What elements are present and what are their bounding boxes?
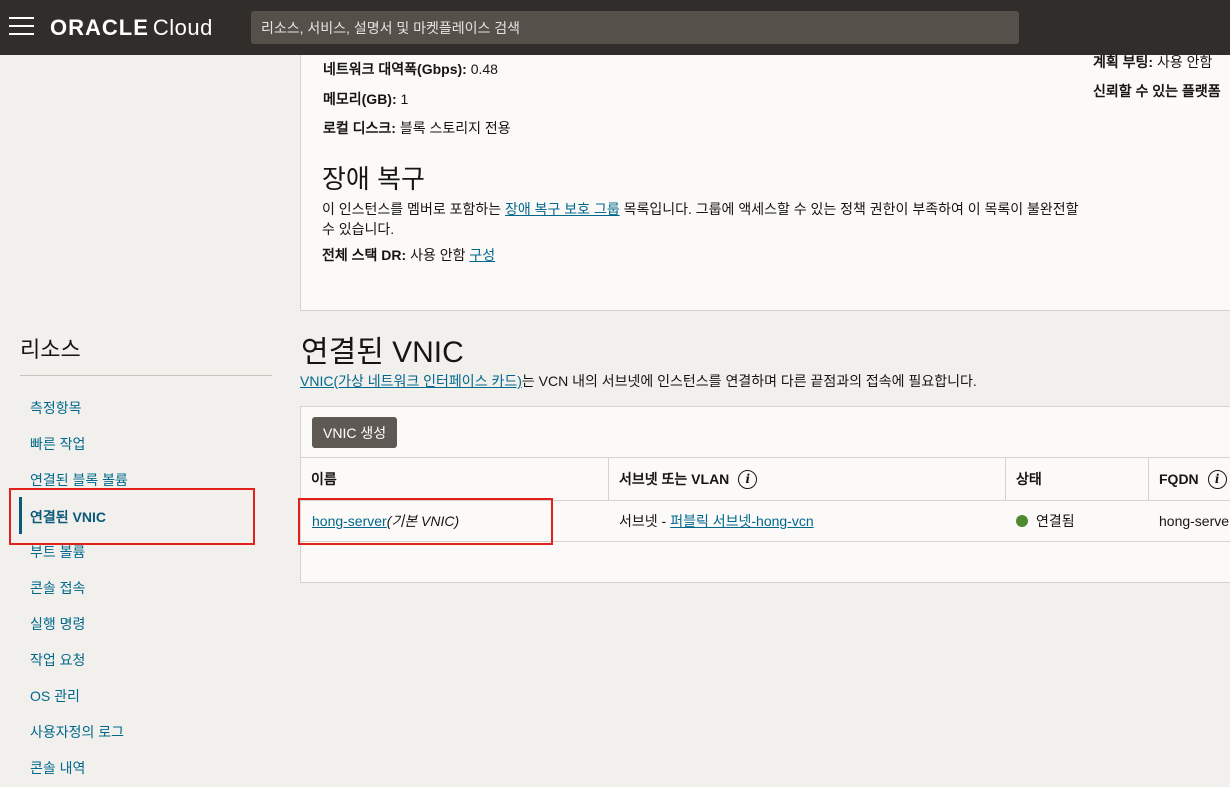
column-header-fqdn[interactable]: FQDN i — [1148, 458, 1230, 500]
memory-label: 메모리(GB): — [323, 91, 397, 107]
memory-value: 1 — [396, 91, 409, 107]
column-header-subnet-label: 서브넷 또는 VLAN — [619, 471, 730, 487]
sidebar-item-run-command[interactable]: 실행 명령 — [30, 614, 85, 634]
vnic-table-header: 이름 서브넷 또는 VLAN i 상태 FQDN i — [301, 457, 1230, 501]
column-header-name[interactable]: 이름 — [301, 458, 608, 500]
top-navigation-bar: ORACLE Cloud — [0, 0, 1230, 55]
status-ok-icon — [1016, 515, 1028, 527]
sidebar-item-attached-vnics[interactable]: 연결된 VNIC — [30, 507, 106, 527]
vnic-doc-link[interactable]: VNIC(가상 네트워크 인터페이스 카드) — [300, 373, 522, 389]
global-search-input[interactable] — [251, 11, 1019, 44]
vnic-fqdn-cell: hong-serve... — [1148, 501, 1230, 541]
logo-brand: ORACLE — [50, 15, 149, 40]
sidebar-item-quick-actions[interactable]: 빠른 작업 — [30, 434, 85, 454]
vnic-description: VNIC(가상 네트워크 인터페이스 카드)는 VCN 내의 서브넷에 인스턴스… — [300, 371, 977, 391]
sidebar-item-console-connection[interactable]: 콘솔 접속 — [30, 578, 85, 598]
local-disk-field: 로컬 디스크: 블록 스토리지 전용 — [323, 118, 511, 138]
sidebar-item-os-management[interactable]: OS 관리 — [30, 686, 80, 706]
subnet-info-icon[interactable]: i — [738, 469, 758, 489]
dr-protection-group-link[interactable]: 장애 복구 보호 그룹 — [505, 201, 620, 217]
sidebar-item-boot-volume[interactable]: 부트 볼륨 — [30, 542, 85, 562]
sidebar-item-metrics[interactable]: 측정항목 — [30, 398, 82, 418]
create-vnic-button[interactable]: VNIC 생성 — [312, 417, 398, 448]
network-bandwidth-field: 네트워크 대역폭(Gbps): 0.48 — [323, 59, 498, 79]
vnic-subnet-cell: 서브넷 - 퍼블릭 서브넷-hong-vcn — [608, 501, 814, 541]
table-row: hong-server (기본 VNIC) 서브넷 - 퍼블릭 서브넷-hong… — [301, 501, 1230, 542]
local-disk-label: 로컬 디스크: — [323, 120, 396, 136]
local-disk-value: 블록 스토리지 전용 — [395, 120, 511, 136]
configure-link[interactable]: 구성 — [469, 247, 495, 263]
disaster-recovery-title: 장애 복구 — [322, 164, 425, 194]
sidebar-item-attached-block-volumes[interactable]: 연결된 블록 볼륨 — [30, 470, 128, 490]
column-header-subnet[interactable]: 서브넷 또는 VLAN i — [608, 458, 1005, 500]
column-header-fqdn-label: FQDN — [1159, 471, 1199, 487]
full-stack-dr-label: 전체 스택 DR: — [322, 247, 407, 263]
shielded-instance-field: 신뢰할 수 있는 플랫폼 — [1093, 81, 1221, 101]
resources-divider — [20, 375, 272, 376]
vnic-name-link[interactable]: hong-server — [312, 513, 387, 529]
full-stack-dr-field: 전체 스택 DR: 사용 안함 구성 — [322, 245, 495, 265]
resources-title: 리소스 — [20, 337, 81, 362]
subnet-prefix: 서브넷 - — [619, 513, 667, 529]
vnic-table-card: VNIC 생성 이름 서브넷 또는 VLAN i 상태 FQDN i hong-… — [300, 406, 1230, 583]
hamburger-menu-icon[interactable] — [9, 17, 34, 37]
network-bandwidth-value: 0.48 — [466, 61, 498, 77]
column-header-state[interactable]: 상태 — [1005, 458, 1148, 500]
sidebar-item-custom-logs[interactable]: 사용자정의 로그 — [30, 722, 124, 742]
column-header-name-label: 이름 — [311, 471, 337, 487]
subnet-link[interactable]: 퍼블릭 서브넷-hong-vcn — [670, 511, 813, 531]
full-stack-dr-value: 사용 안함 — [406, 247, 470, 263]
shielded-instance-label: 신뢰할 수 있는 플랫폼 — [1093, 83, 1221, 99]
vnic-name-cell: hong-server (기본 VNIC) — [301, 501, 459, 541]
planned-maintenance-field: 계획 부팅: 사용 안함 — [1093, 52, 1212, 72]
sidebar-item-work-requests[interactable]: 작업 요청 — [30, 650, 85, 670]
logo-product: Cloud — [152, 15, 213, 40]
memory-field: 메모리(GB): 1 — [323, 89, 408, 109]
vnic-state-label: 연결됨 — [1036, 513, 1075, 529]
disaster-recovery-description: 이 인스턴스를 멤버로 포함하는 장애 복구 보호 그룹 목록입니다. 그룹에 … — [322, 199, 1092, 239]
planned-maintenance-value: 사용 안함 — [1153, 54, 1213, 70]
instance-details-panel: 네트워크 대역폭(Gbps): 0.48 메모리(GB): 1 로컬 디스크: … — [300, 52, 1230, 311]
vnic-state-cell: 연결됨 — [1005, 501, 1075, 541]
oracle-cloud-logo[interactable]: ORACLE Cloud — [50, 15, 213, 41]
network-bandwidth-label: 네트워크 대역폭(Gbps): — [323, 61, 467, 77]
fqdn-info-icon[interactable]: i — [1207, 469, 1227, 489]
dr-desc-before: 이 인스턴스를 멤버로 포함하는 — [322, 201, 505, 217]
column-header-state-label: 상태 — [1016, 471, 1042, 487]
vnic-desc-after: 는 VCN 내의 서브넷에 인스턴스를 연결하며 다른 끝점과의 접속에 필요합… — [521, 373, 977, 389]
vnic-fqdn-value: hong-serve... — [1159, 513, 1230, 529]
attached-vnics-title: 연결된 VNIC — [301, 336, 464, 369]
vnic-primary-label: (기본 VNIC) — [386, 513, 460, 529]
sidebar-item-console-history[interactable]: 콘솔 내역 — [30, 758, 85, 778]
sidebar-active-indicator — [19, 497, 22, 534]
planned-maintenance-label: 계획 부팅: — [1093, 54, 1154, 70]
